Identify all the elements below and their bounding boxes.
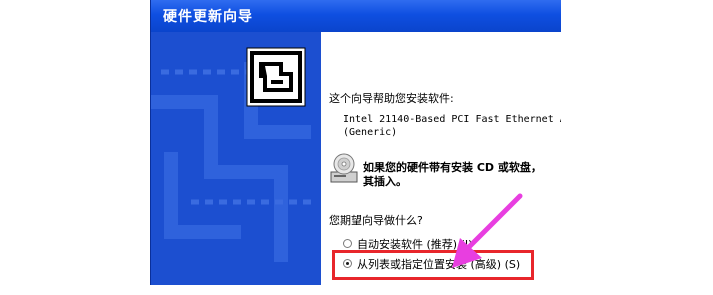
- pointer-arrow-overlay: [452, 193, 523, 268]
- magenta-arrow: [452, 193, 523, 268]
